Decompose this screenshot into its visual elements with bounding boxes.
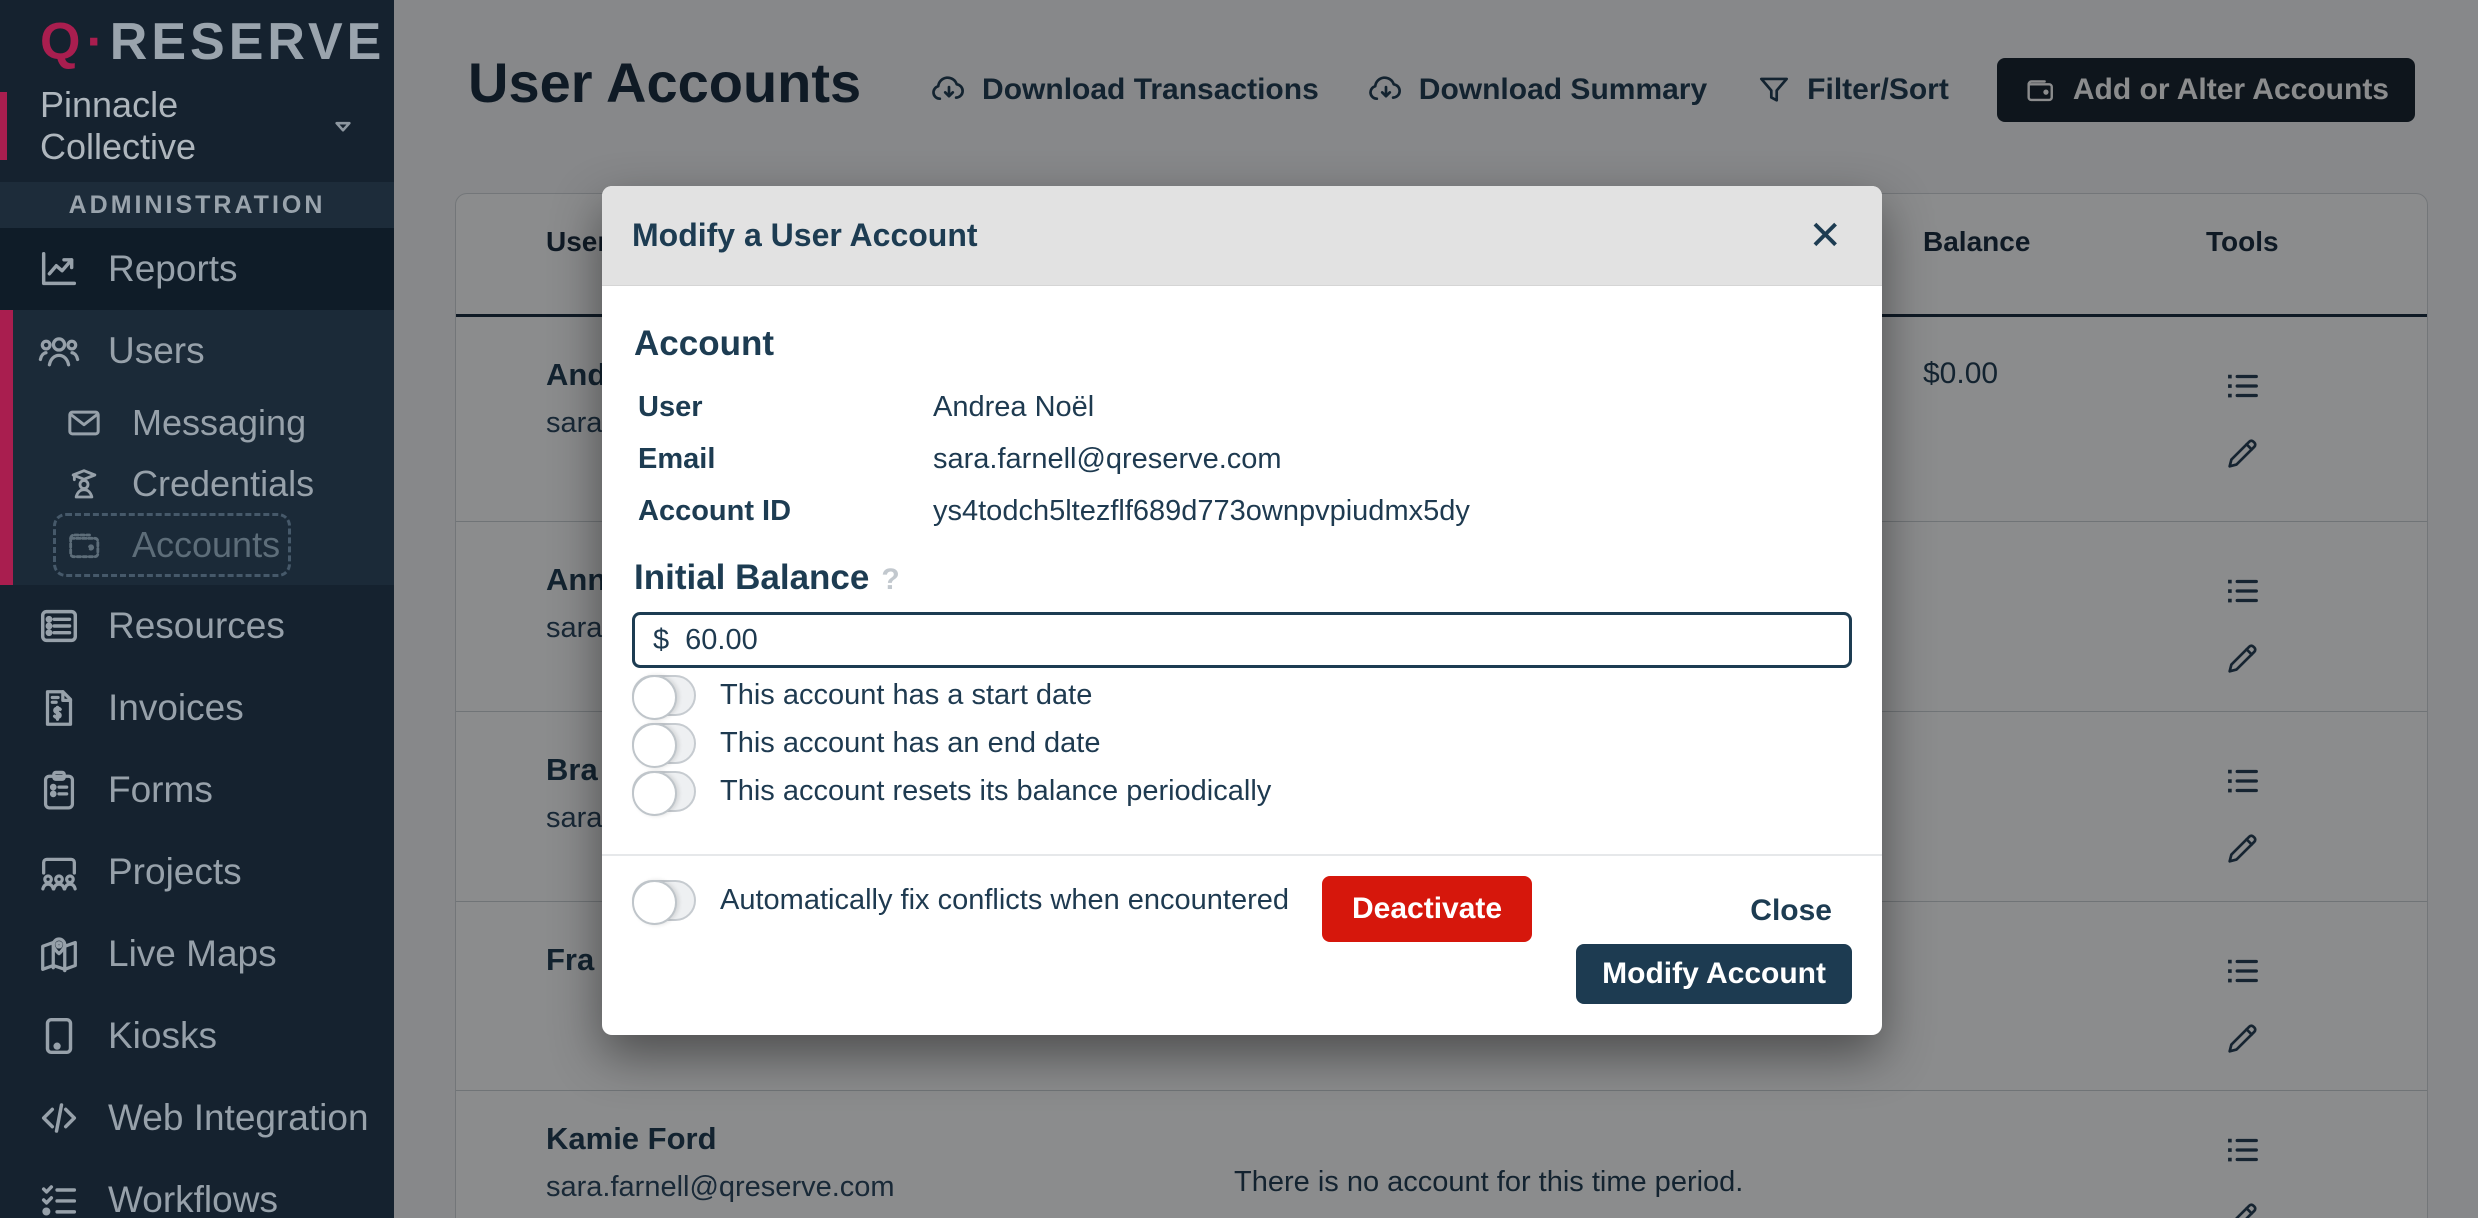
initial-balance-label: Initial Balance [634,558,869,597]
toggle-label: Automatically fix conflicts when encount… [720,884,1289,917]
users-icon [36,328,82,374]
account-section-heading: Account [634,324,1852,364]
start-date-toggle[interactable] [632,675,696,716]
auto-fix-toggle-row: Automatically fix conflicts when encount… [632,880,1289,921]
sidebar-item-label: Reports [108,248,238,290]
sidebar-item-label: Forms [108,769,213,811]
app: Q·RESERVE Pinnacle Collective Administra… [0,0,2478,1218]
logo-text: RESERVE [110,13,386,71]
toggle-label: This account has an end date [720,727,1100,760]
modify-account-button[interactable]: Modify Account [1576,944,1852,1004]
sidebar: Q·RESERVE Pinnacle Collective Administra… [0,0,394,1218]
sidebar-item-label: Live Maps [108,933,277,975]
sidebar-item-label: Kiosks [108,1015,217,1057]
sidebar-item-label: Accounts [132,524,280,566]
modify-user-account-modal: Modify a User Account ✕ Account User And… [602,186,1882,1035]
modal-body: Account User Andrea Noël Email sara.farn… [602,324,1882,1032]
sidebar-item-label: Workflows [108,1179,278,1218]
sidebar-item-live-maps[interactable]: Live Maps [0,913,394,995]
initial-balance-input[interactable] [685,624,1831,657]
sidebar-group-users: Users Messaging Credentials Accounts [0,310,394,585]
invoice-icon [36,685,82,731]
sidebar-item-reports[interactable]: Reports [0,228,394,310]
sidebar-item-forms[interactable]: Forms [0,749,394,831]
clipboard-icon [36,767,82,813]
sidebar-item-label: Credentials [132,463,314,505]
modal-footer: Automatically fix conflicts when encount… [632,856,1852,1032]
sidebar-item-label: Resources [108,605,285,647]
projects-icon [36,849,82,895]
credentials-icon [64,464,104,504]
sidebar-item-label: Invoices [108,687,244,729]
sidebar-item-kiosks[interactable]: Kiosks [0,995,394,1077]
sidebar-item-resources[interactable]: Resources [0,585,394,667]
org-name: Pinnacle Collective [40,84,326,168]
sidebar-item-label: Users [108,330,205,372]
deactivate-button[interactable]: Deactivate [1322,876,1532,942]
toggle-label: This account resets its balance periodic… [720,775,1271,808]
modal-header: Modify a User Account ✕ [602,186,1882,286]
field-row-email: Email sara.farnell@qreserve.com [632,442,1852,476]
logo-q: Q [40,13,84,71]
close-button[interactable]: Close [1750,894,1832,928]
toggle-label: This account has a start date [720,679,1092,712]
field-value: ys4todch5ltezflf689d773ownpvpiudmx5dy [933,494,1470,528]
end-date-toggle-row: This account has an end date [632,723,1852,764]
sidebar-item-web-integration[interactable]: Web Integration [0,1077,394,1159]
sidebar-item-projects[interactable]: Projects [0,831,394,913]
reset-balance-toggle[interactable] [632,771,696,812]
field-value: sara.farnell@qreserve.com [933,442,1282,476]
mail-icon [64,403,104,443]
field-row-account-id: Account ID ys4todch5ltezflf689d773ownpvp… [632,494,1852,528]
reset-balance-toggle-row: This account resets its balance periodic… [632,771,1852,812]
auto-fix-toggle[interactable] [632,880,696,921]
field-row-user: User Andrea Noël [632,390,1852,424]
start-date-toggle-row: This account has a start date [632,675,1852,716]
app-logo: Q·RESERVE [0,0,394,72]
field-label: Account ID [632,494,933,528]
sidebar-item-users[interactable]: Users [0,310,394,392]
checklist-icon [36,1177,82,1218]
close-icon[interactable]: ✕ [1808,216,1842,256]
sidebar-item-label: Web Integration [108,1097,369,1139]
sidebar-item-label: Messaging [132,402,306,444]
currency-prefix: $ [653,624,669,657]
chevron-down-icon [326,109,360,143]
sidebar-item-messaging[interactable]: Messaging [0,392,394,453]
initial-balance-field: $ [632,612,1852,668]
logo-dot-icon: · [86,13,107,71]
code-icon [36,1095,82,1141]
accounts-focus-ring: Accounts [64,524,280,566]
org-selector[interactable]: Pinnacle Collective [0,90,394,162]
chart-icon [36,246,82,292]
sidebar-item-label: Projects [108,851,242,893]
map-pin-icon [36,931,82,977]
field-value: Andrea Noël [933,390,1094,424]
end-date-toggle[interactable] [632,723,696,764]
sidebar-item-invoices[interactable]: Invoices [0,667,394,749]
sidebar-item-accounts[interactable]: Accounts [0,514,394,575]
field-label: User [632,390,933,424]
tablet-icon [36,1013,82,1059]
field-label: Email [632,442,933,476]
sidebar-item-credentials[interactable]: Credentials [0,453,394,514]
help-icon[interactable]: ? [881,563,899,596]
sidebar-item-workflows[interactable]: Workflows [0,1159,394,1218]
resources-icon [36,603,82,649]
sidebar-section-administration: Administration [0,182,394,228]
wallet-icon [64,525,104,565]
initial-balance-heading: Initial Balance? [634,558,1852,598]
modal-title: Modify a User Account [632,217,1808,254]
